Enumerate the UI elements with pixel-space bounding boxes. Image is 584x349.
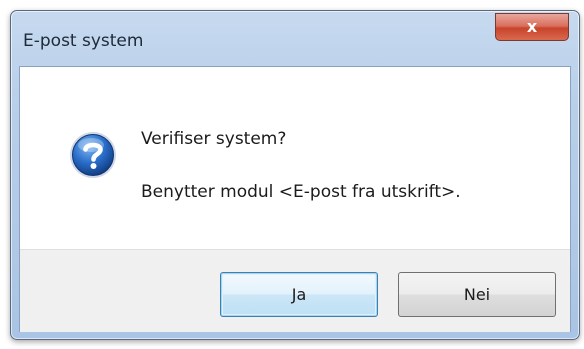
message-detail: Benytter modul <E-post fra utskrift>. <box>141 182 461 202</box>
title-bar[interactable]: E-post system x <box>11 11 579 66</box>
close-button[interactable]: x <box>495 13 569 41</box>
no-button[interactable]: Nei <box>398 272 556 317</box>
dialog-body: Verifiser system? Benytter modul <E-post… <box>19 66 571 332</box>
message-question: Verifiser system? <box>141 129 287 149</box>
button-bar: Ja Nei <box>20 249 570 332</box>
message-area: Verifiser system? Benytter modul <E-post… <box>20 67 570 249</box>
window-title: E-post system <box>23 31 144 51</box>
message-dialog: E-post system x Verifiser system? Benytt… <box>10 10 580 340</box>
close-icon: x <box>526 17 538 36</box>
question-icon <box>68 130 118 180</box>
yes-button[interactable]: Ja <box>220 272 378 317</box>
